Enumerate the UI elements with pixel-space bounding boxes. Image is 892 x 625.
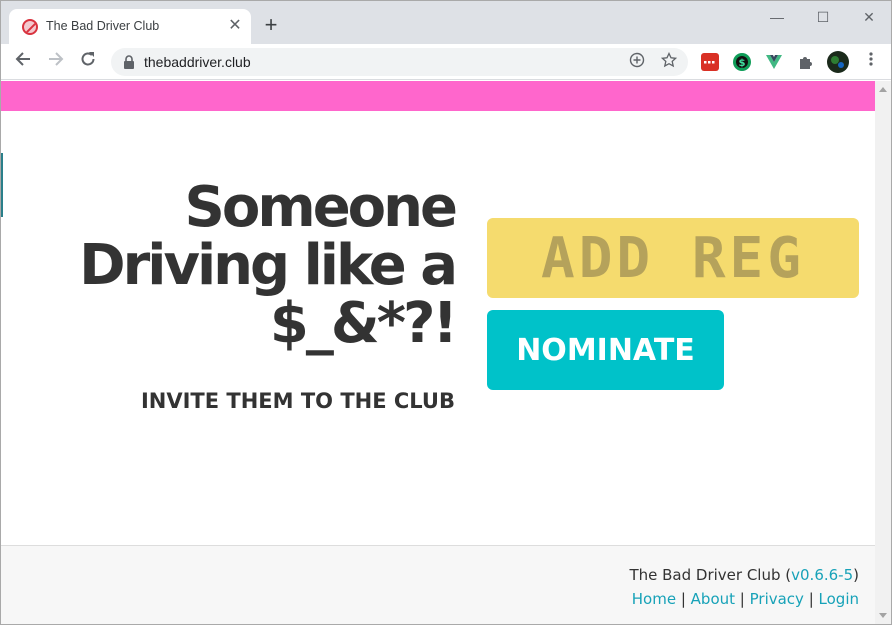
top-accent-bar	[1, 81, 875, 111]
footer-nav: Home | About | Privacy | Login	[631, 590, 859, 608]
tab-title: The Bad Driver Club	[46, 19, 160, 33]
avatar[interactable]	[827, 51, 849, 73]
scroll-down-arrow-icon[interactable]	[879, 613, 887, 618]
extensions-puzzle-icon[interactable]	[797, 53, 815, 71]
footer-link-login[interactable]: Login	[819, 590, 859, 608]
menu-dots-icon[interactable]	[859, 50, 883, 74]
headline-line-1: Someone	[184, 175, 458, 240]
browser-window: The Bad Driver Club ✕ + — ☐ ✕ thebaddriv…	[0, 0, 892, 625]
star-icon[interactable]	[659, 51, 679, 72]
new-tab-button[interactable]: +	[261, 14, 281, 36]
minimize-button[interactable]: —	[767, 7, 787, 27]
scroll-up-arrow-icon[interactable]	[879, 87, 887, 92]
address-bar[interactable]: thebaddriver.club	[111, 48, 688, 76]
left-edge-marker	[1, 153, 3, 217]
footer-credit: The Bad Driver Club (v0.6.6-5)	[629, 566, 859, 584]
invite-subheading: INVITE THEM TO THE CLUB	[140, 389, 455, 413]
reload-icon[interactable]	[76, 50, 100, 74]
red-extension-icon[interactable]	[701, 53, 719, 71]
browser-toolbar: thebaddriver.club $	[1, 44, 891, 80]
favicon-icon	[22, 19, 38, 35]
nominate-button[interactable]: NOMINATE	[487, 310, 724, 390]
lock-icon	[123, 55, 135, 69]
svg-text:$: $	[739, 58, 746, 69]
tab-close-icon[interactable]: ✕	[227, 18, 243, 34]
tab-strip: The Bad Driver Club ✕ + — ☐ ✕	[1, 1, 891, 44]
page-footer: The Bad Driver Club (v0.6.6-5) Home | Ab…	[1, 545, 875, 624]
add-to-page-icon[interactable]	[627, 52, 647, 72]
window-close-button[interactable]: ✕	[859, 7, 879, 27]
registration-input[interactable]	[487, 218, 859, 298]
footer-link-home[interactable]: Home	[632, 590, 676, 608]
footer-link-about[interactable]: About	[691, 590, 735, 608]
footer-link-privacy[interactable]: Privacy	[750, 590, 804, 608]
footer-club-name: The Bad Driver Club	[629, 566, 781, 584]
browser-tab[interactable]: The Bad Driver Club ✕	[9, 9, 251, 44]
url-text: thebaddriver.club	[144, 54, 251, 70]
forward-icon[interactable]	[44, 50, 68, 74]
vertical-scrollbar[interactable]	[875, 81, 891, 624]
dollar-extension-icon[interactable]: $	[733, 53, 751, 71]
page-viewport: Someone Driving like a $_&*?! INVITE THE…	[1, 81, 875, 624]
headline-line-2: Driving like a	[79, 233, 458, 298]
back-icon[interactable]	[11, 50, 35, 74]
vue-devtools-icon[interactable]	[765, 53, 783, 71]
maximize-button[interactable]: ☐	[813, 7, 833, 27]
page-headline: Someone Driving like a $_&*?!	[41, 179, 458, 356]
headline-line-3: $_&*?!	[269, 291, 458, 356]
version-link[interactable]: v0.6.6-5	[791, 566, 853, 584]
